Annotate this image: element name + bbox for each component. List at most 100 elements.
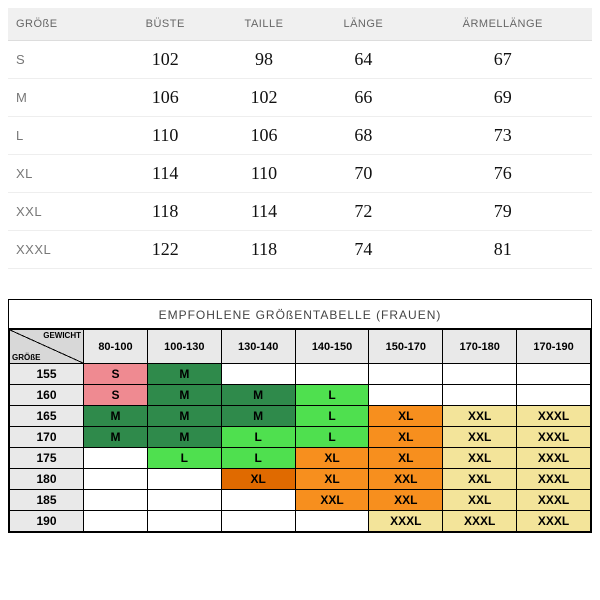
cell-length: 66	[313, 79, 413, 117]
size-cell	[147, 469, 221, 490]
size-cell: M	[221, 385, 295, 406]
table-row: S102986467	[8, 41, 592, 79]
size-cell: M	[147, 406, 221, 427]
size-cell	[295, 511, 369, 532]
cell-bust: 102	[116, 41, 215, 79]
cell-bust: 106	[116, 79, 215, 117]
cell-length: 72	[313, 193, 413, 231]
size-cell: L	[147, 448, 221, 469]
size-cell: M	[147, 364, 221, 385]
corner-weight-label: GEWICHT	[43, 331, 81, 340]
cell-waist: 98	[215, 41, 313, 79]
size-cell: XXXL	[517, 511, 591, 532]
size-cell: L	[295, 385, 369, 406]
size-cell: XL	[295, 448, 369, 469]
cell-bust: 122	[116, 231, 215, 269]
size-cell: XXXL	[517, 490, 591, 511]
col-size: GRÖßE	[8, 8, 116, 41]
cell-sleeve: 69	[413, 79, 592, 117]
size-cell	[295, 364, 369, 385]
size-cell: L	[295, 427, 369, 448]
size-cell: M	[147, 427, 221, 448]
cell-size: XXL	[8, 193, 116, 231]
table-row: M1061026669	[8, 79, 592, 117]
size-cell	[221, 364, 295, 385]
table-row: 165MMMLXLXXLXXXL	[10, 406, 591, 427]
recommended-table: GEWICHT GRÖßE 80-100100-130130-140140-15…	[9, 329, 591, 532]
size-cell: XXL	[369, 490, 443, 511]
table-row: 170MMLLXLXXLXXXL	[10, 427, 591, 448]
size-cell	[84, 448, 148, 469]
height-label: 155	[10, 364, 84, 385]
cell-waist: 114	[215, 193, 313, 231]
height-label: 175	[10, 448, 84, 469]
cell-length: 74	[313, 231, 413, 269]
cell-length: 68	[313, 117, 413, 155]
cell-size: S	[8, 41, 116, 79]
size-cell: L	[221, 448, 295, 469]
cell-size: M	[8, 79, 116, 117]
col-length: LÄNGE	[313, 8, 413, 41]
weight-header: 80-100	[84, 330, 148, 364]
weight-header: 140-150	[295, 330, 369, 364]
size-cell	[517, 385, 591, 406]
size-cell	[517, 364, 591, 385]
col-sleeve: ÄRMELLÄNGE	[413, 8, 592, 41]
size-cell: XL	[221, 469, 295, 490]
cell-sleeve: 76	[413, 155, 592, 193]
weight-header: 100-130	[147, 330, 221, 364]
size-cell: S	[84, 385, 148, 406]
table-row: 155SM	[10, 364, 591, 385]
corner-height-label: GRÖßE	[12, 353, 40, 362]
size-cell: XXXL	[443, 511, 517, 532]
size-cell: XXXL	[517, 469, 591, 490]
size-cell	[84, 511, 148, 532]
weight-header: 130-140	[221, 330, 295, 364]
table-row: 190XXXLXXXLXXXL	[10, 511, 591, 532]
size-cell: XL	[369, 427, 443, 448]
size-cell	[84, 490, 148, 511]
size-cell: XXXL	[369, 511, 443, 532]
size-cell: XXL	[443, 427, 517, 448]
size-cell: XXL	[443, 469, 517, 490]
table-row: 180XLXLXXLXXLXXXL	[10, 469, 591, 490]
cell-waist: 118	[215, 231, 313, 269]
size-cell	[443, 385, 517, 406]
size-cell: M	[221, 406, 295, 427]
table-row: 175LLXLXLXXLXXXL	[10, 448, 591, 469]
size-cell	[147, 511, 221, 532]
size-cell: S	[84, 364, 148, 385]
table-row: 185XXLXXLXXLXXXL	[10, 490, 591, 511]
table-row: XXXL1221187481	[8, 231, 592, 269]
cell-size: XXXL	[8, 231, 116, 269]
size-cell: L	[295, 406, 369, 427]
cell-sleeve: 67	[413, 41, 592, 79]
size-cell	[369, 364, 443, 385]
size-cell: M	[147, 385, 221, 406]
col-waist: TAILLE	[215, 8, 313, 41]
height-label: 160	[10, 385, 84, 406]
cell-waist: 106	[215, 117, 313, 155]
size-cell: XXL	[443, 490, 517, 511]
size-cell: M	[84, 406, 148, 427]
table-row: 160SMML	[10, 385, 591, 406]
cell-size: L	[8, 117, 116, 155]
size-cell	[221, 511, 295, 532]
cell-bust: 110	[116, 117, 215, 155]
weight-header: 170-180	[443, 330, 517, 364]
cell-waist: 102	[215, 79, 313, 117]
size-cell: XL	[295, 469, 369, 490]
size-cell: L	[221, 427, 295, 448]
cell-length: 70	[313, 155, 413, 193]
cell-waist: 110	[215, 155, 313, 193]
weight-header: 150-170	[369, 330, 443, 364]
recommended-wrapper: EMPFOHLENE GRÖßENTABELLE (FRAUEN) GEWICH…	[8, 299, 592, 533]
size-cell: XL	[369, 406, 443, 427]
table-row: XL1141107076	[8, 155, 592, 193]
cell-sleeve: 73	[413, 117, 592, 155]
size-cell	[221, 490, 295, 511]
corner-cell: GEWICHT GRÖßE	[10, 330, 84, 364]
size-cell: XXXL	[517, 427, 591, 448]
height-label: 165	[10, 406, 84, 427]
weight-header: 170-190	[517, 330, 591, 364]
